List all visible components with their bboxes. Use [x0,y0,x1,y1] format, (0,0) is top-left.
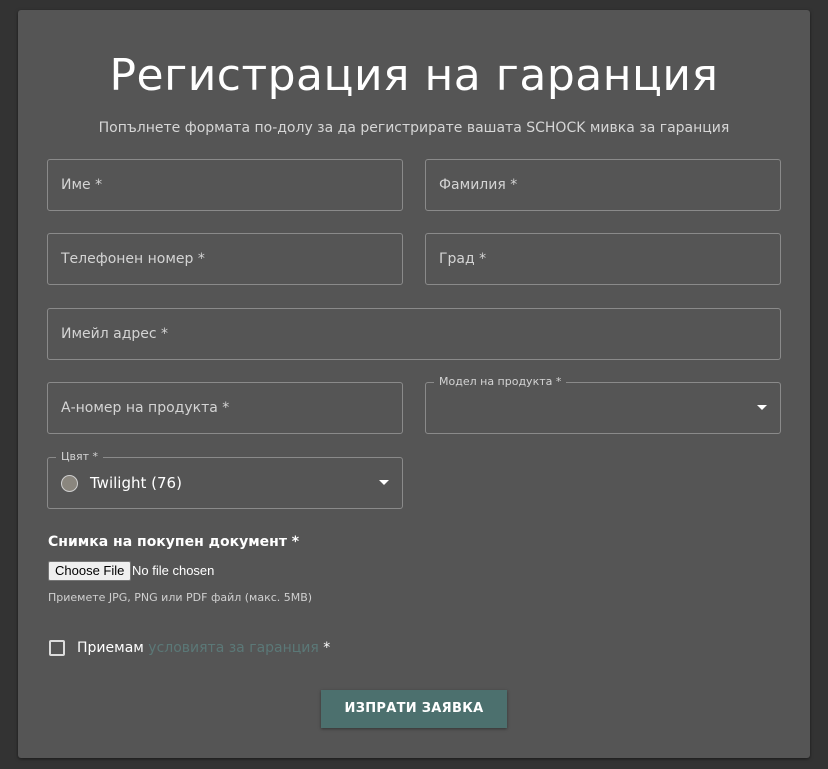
first-name-placeholder: Име * [61,160,102,210]
warranty-form-card: Регистрация на гаранция Попълнете формат… [18,10,810,758]
color-select[interactable]: Цвят * Twilight (76) [47,457,403,509]
color-value: Twilight (76) [90,458,182,508]
phone-input[interactable]: Телефонен номер * [47,233,403,285]
terms-prefix: Приемам [77,640,148,656]
product-model-label: Модел на продукта * [434,374,566,390]
terms-link[interactable]: условията за гаранция [148,640,319,656]
email-input[interactable]: Имейл адрес * [47,308,781,360]
last-name-placeholder: Фамилия * [439,160,517,210]
color-swatch-icon [61,475,78,492]
submit-button[interactable]: ИЗПРАТИ ЗАЯВКА [321,690,507,728]
chevron-down-icon [757,405,767,410]
product-model-select[interactable]: Модел на продукта * [425,382,781,434]
product-number-input[interactable]: А-номер на продукта * [47,382,403,434]
email-placeholder: Имейл адрес * [61,309,168,359]
upload-label: Снимка на покупен документ * [48,534,299,550]
product-number-placeholder: А-номер на продукта * [61,383,229,433]
terms-label: Приемам условията за гаранция * [77,638,330,658]
chevron-down-icon [379,480,389,485]
phone-placeholder: Телефонен номер * [61,234,205,284]
upload-hint: Приемете JPG, PNG или PDF файл (макс. 5M… [48,590,312,606]
city-input[interactable]: Град * [425,233,781,285]
choose-file-button[interactable]: Choose File [48,561,131,581]
terms-checkbox[interactable] [49,640,65,656]
terms-required-mark: * [319,640,330,656]
city-placeholder: Град * [439,234,486,284]
file-status: No file chosen [132,561,214,581]
last-name-input[interactable]: Фамилия * [425,159,781,211]
page-subtitle: Попълнете формата по-долу за да регистри… [18,118,810,138]
first-name-input[interactable]: Име * [47,159,403,211]
page-title: Регистрация на гаранция [18,48,810,104]
